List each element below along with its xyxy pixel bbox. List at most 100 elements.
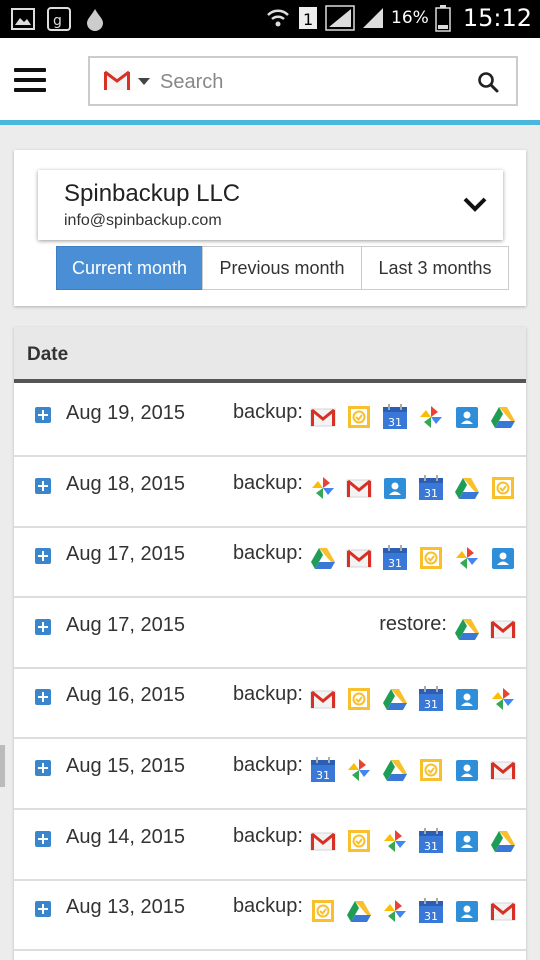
action-label: backup: [232, 471, 303, 494]
row-services: backup: 31 [233, 754, 526, 788]
period-tabs: Current month Previous month Last 3 mont… [56, 246, 509, 290]
battery-percent: 16% [391, 8, 429, 28]
action-label: backup: [232, 754, 303, 776]
row-services: backup: 31 [233, 401, 526, 435]
photos-icon [377, 893, 413, 929]
scroll-indicator [0, 745, 5, 787]
account-selector[interactable]: Spinbackup LLC info@spinbackup.com [38, 170, 503, 240]
tab-last-3-months[interactable]: Last 3 months [361, 246, 509, 290]
action-label: restore: [379, 612, 447, 635]
tasks-icon [413, 752, 449, 788]
expand-icon[interactable] [35, 830, 51, 847]
svg-text:g: g [53, 13, 62, 29]
svg-text:1: 1 [303, 10, 313, 29]
action-label: backup: [232, 895, 303, 918]
svg-text:31: 31 [424, 698, 438, 711]
photos-icon [449, 540, 485, 576]
svg-text:31: 31 [316, 769, 330, 782]
search-input[interactable] [160, 66, 470, 98]
status-bar: g 1 16% 15:12 [0, 0, 540, 38]
calendar-icon: 31 [413, 681, 449, 717]
table-row[interactable]: Aug 19, 2015 backup: 31 [14, 387, 526, 457]
notification-icons: g [10, 6, 108, 32]
expand-icon[interactable] [35, 689, 51, 706]
drive-icon [305, 540, 341, 576]
contacts-icon [449, 399, 485, 435]
row-services: restore: [379, 613, 526, 647]
photos-icon [377, 823, 413, 859]
table-row[interactable]: Aug 13, 2015 backup: 31 [14, 881, 526, 952]
gmail-icon [305, 823, 341, 859]
chevron-down-icon[interactable] [138, 78, 150, 85]
gmail-icon [341, 540, 377, 576]
search-icon[interactable] [476, 70, 500, 94]
row-date: Aug 19, 2015 [66, 402, 185, 424]
account-email: info@spinbackup.com [64, 212, 222, 229]
account-name: Spinbackup LLC [64, 180, 241, 207]
drive-icon [377, 681, 413, 717]
expand-icon[interactable] [35, 901, 51, 918]
tasks-icon [485, 470, 521, 506]
wifi-icon [267, 9, 289, 27]
battery-icon [435, 5, 451, 32]
table-row[interactable]: Aug 14, 2015 backup: 31 [14, 810, 526, 881]
google-plus-icon: g [47, 7, 71, 31]
row-date: Aug 18, 2015 [66, 472, 185, 495]
menu-icon[interactable] [14, 68, 46, 94]
table-row[interactable]: Aug 18, 2015 backup: 31 [14, 457, 526, 528]
photos-icon [485, 681, 521, 717]
action-label: backup: [232, 683, 303, 706]
contacts-icon [449, 893, 485, 929]
row-services: backup: 31 [233, 472, 526, 506]
expand-icon[interactable] [35, 618, 51, 635]
row-services: backup: 31 [233, 895, 526, 929]
gmail-filter-icon[interactable] [104, 70, 130, 90]
drive-icon [449, 611, 485, 647]
svg-text:31: 31 [424, 910, 438, 923]
tasks-icon [341, 681, 377, 717]
table-row[interactable]: Aug 16, 2015 backup: 31 [14, 669, 526, 740]
drop-icon [87, 9, 103, 31]
expand-icon[interactable] [35, 548, 51, 565]
row-services: backup: 31 [233, 825, 526, 859]
calendar-icon: 31 [413, 893, 449, 929]
calendar-icon: 31 [413, 823, 449, 859]
table-row[interactable]: Aug 17, 2015 restore: [14, 598, 526, 669]
sim-slot-icon: 1 [299, 7, 318, 29]
row-date: Aug 15, 2015 [66, 755, 185, 777]
contacts-icon [449, 681, 485, 717]
table-row[interactable]: Aug 17, 2015 backup: 31 [14, 528, 526, 599]
expand-icon[interactable] [35, 760, 51, 776]
row-date: Aug 14, 2015 [66, 825, 185, 848]
tab-previous-month[interactable]: Previous month [202, 246, 362, 290]
photos-icon [413, 399, 449, 435]
row-date: Aug 17, 2015 [66, 543, 185, 566]
chevron-down-icon[interactable] [463, 196, 487, 212]
tab-current-month[interactable]: Current month [56, 246, 203, 290]
history-table: Date Aug 19, 2015 backup: 31 Aug 18, 2015 ba… [14, 327, 526, 960]
drive-icon [341, 893, 377, 929]
filter-panel: Spinbackup LLC info@spinbackup.com Curre… [14, 150, 526, 306]
table-row[interactable]: Aug 15, 2015 backup: 31 [14, 740, 526, 810]
column-header-date[interactable]: Date [27, 344, 68, 366]
calendar-icon: 31 [305, 752, 341, 788]
gmail-icon [305, 399, 341, 435]
expand-icon[interactable] [35, 407, 51, 423]
drive-icon [377, 752, 413, 788]
contacts-icon [485, 540, 521, 576]
drive-icon [485, 399, 521, 435]
contacts-icon [449, 823, 485, 859]
photos-icon [341, 752, 377, 788]
svg-text:31: 31 [424, 487, 438, 500]
gallery-icon [11, 8, 35, 30]
expand-icon[interactable] [35, 477, 51, 494]
drive-icon [449, 470, 485, 506]
contacts-icon [377, 470, 413, 506]
tasks-icon [341, 399, 377, 435]
tasks-icon [305, 893, 341, 929]
svg-text:31: 31 [388, 557, 402, 570]
action-label: backup: [232, 542, 303, 565]
gmail-icon [341, 470, 377, 506]
row-date: Aug 16, 2015 [66, 684, 185, 707]
calendar-icon: 31 [377, 399, 413, 435]
